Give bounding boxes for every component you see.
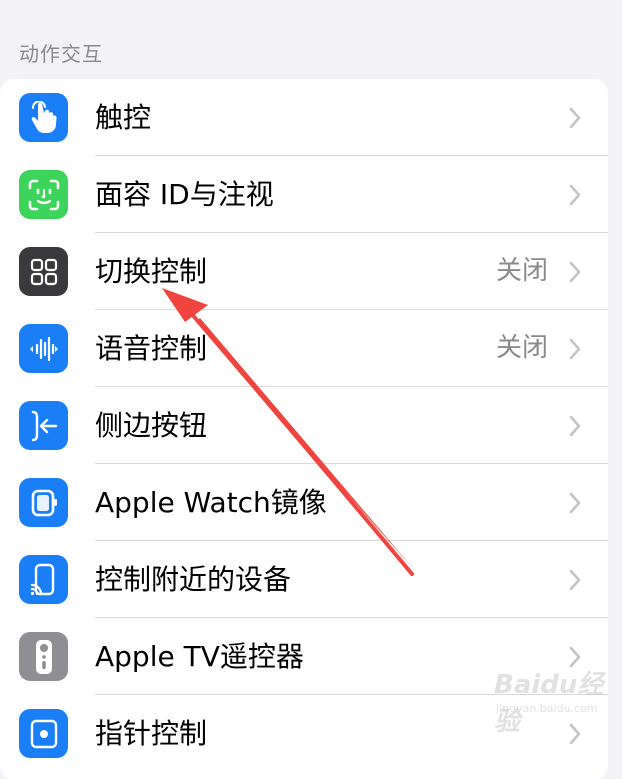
settings-row-label: Apple TV遥控器 — [95, 640, 304, 673]
pointer-control-icon — [19, 709, 68, 758]
chevron-right-icon — [569, 184, 581, 206]
tv-remote-icon — [19, 632, 68, 681]
section-header: 动作交互 — [19, 42, 103, 66]
voice-control-icon — [19, 324, 68, 373]
settings-row-label: 控制附近的设备 — [95, 563, 292, 596]
settings-row-label: 切换控制 — [95, 255, 208, 288]
switch-control-icon — [19, 247, 68, 296]
watermark-logo: Baidu经验 jingyan.baidu.com — [494, 664, 614, 737]
settings-row-label: 指针控制 — [95, 717, 208, 750]
chevron-right-icon — [569, 107, 581, 129]
settings-row-control-nearby-devices[interactable]: 控制附近的设备 — [0, 541, 608, 618]
hand-tap-icon — [19, 93, 68, 142]
chevron-right-icon — [569, 415, 581, 437]
settings-row-label: 侧边按钮 — [95, 409, 208, 442]
face-id-icon — [19, 170, 68, 219]
settings-row-label: 面容 ID与注视 — [95, 178, 274, 211]
side-button-icon — [19, 401, 68, 450]
watch-icon — [19, 478, 68, 527]
settings-row-side-button[interactable]: 侧边按钮 — [0, 387, 608, 464]
chevron-right-icon — [569, 338, 581, 360]
settings-row-apple-watch-mirroring[interactable]: Apple Watch镜像 — [0, 464, 608, 541]
settings-row-label: 语音控制 — [95, 332, 208, 365]
settings-row-voice-control[interactable]: 语音控制 关闭 — [0, 310, 608, 387]
settings-row-label: 触控 — [95, 101, 152, 134]
chevron-right-icon — [569, 569, 581, 591]
settings-row-touch[interactable]: 触控 — [0, 79, 608, 156]
chevron-right-icon — [569, 492, 581, 514]
nearby-device-icon — [19, 555, 68, 604]
settings-row-value: 关闭 — [495, 256, 548, 286]
settings-row-label: Apple Watch镜像 — [95, 486, 327, 519]
chevron-right-icon — [569, 261, 581, 283]
watermark-url: jingyan.baidu.com — [496, 702, 598, 715]
settings-row-switch-control[interactable]: 切换控制 关闭 — [0, 233, 608, 310]
settings-row-face-id[interactable]: 面容 ID与注视 — [0, 156, 608, 233]
watermark-brand: Baidu经验 — [494, 670, 604, 737]
settings-row-value: 关闭 — [495, 333, 548, 363]
